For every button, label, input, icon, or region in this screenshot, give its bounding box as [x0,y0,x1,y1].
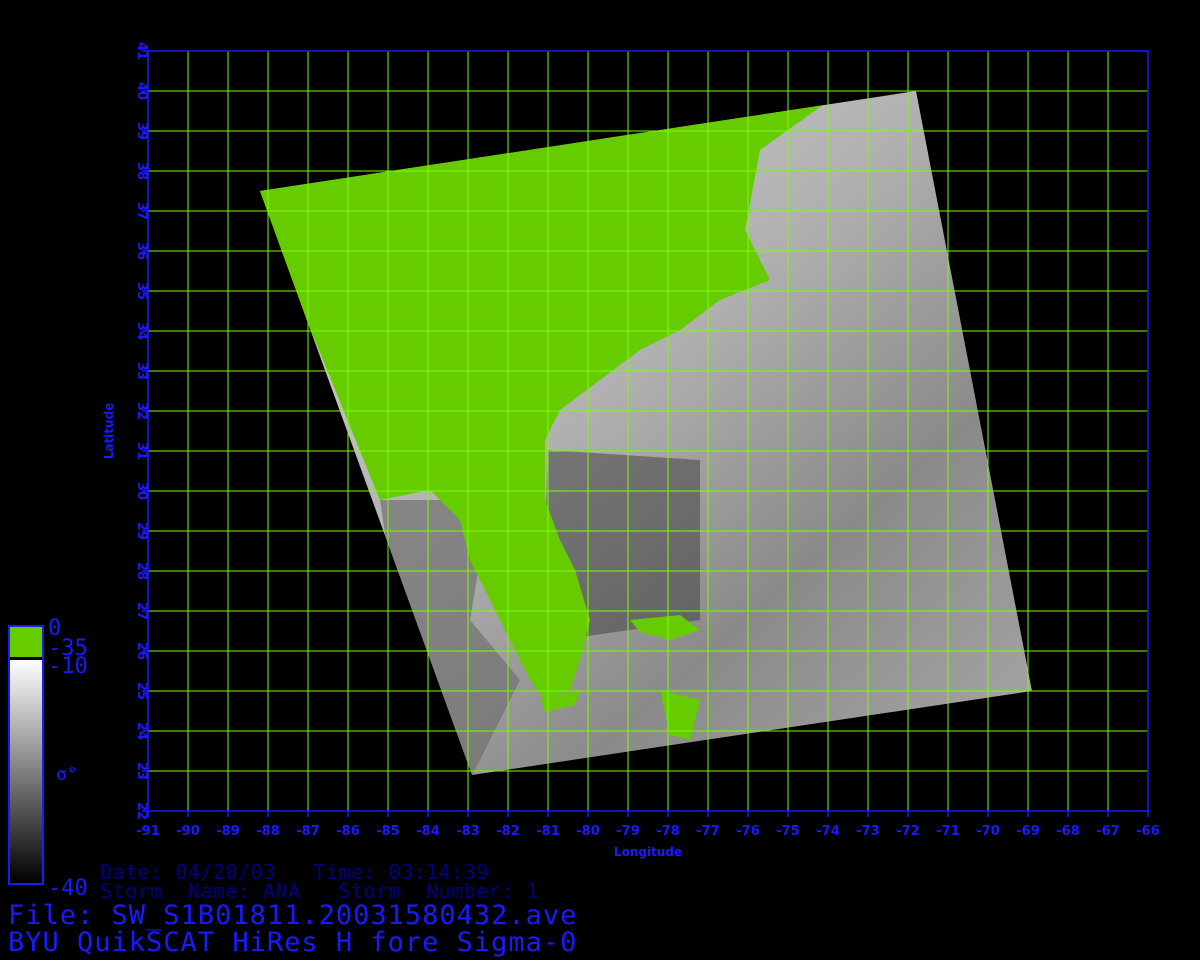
x-tick-label: -74 [816,824,840,839]
x-tick-label: -78 [656,824,680,839]
x-tick-label: -79 [616,824,640,839]
x-tick-label: -82 [496,824,520,839]
y-tick-label: 30 [134,482,149,500]
product-title-line: BYU QuikSCAT HiRes H fore Sigma-0 [8,927,578,958]
y-tick-label: 34 [134,322,149,340]
swath-image [260,91,1032,775]
y-tick-label: 25 [134,682,149,700]
x-tick-label: -68 [1056,824,1080,839]
y-tick-label: 26 [134,642,149,660]
x-tick-label: -76 [736,824,760,839]
y-tick-label: 41 [134,42,149,60]
x-tick-label: -86 [336,824,360,839]
x-tick-label: -83 [456,824,480,839]
file-name-line: File: SW_S1B01811.20031580432.ave [8,900,578,931]
y-tick-label: 22 [134,802,149,820]
map-figure: -91 -90 -89 -88 -87 -86 -85 -84 -83 -82 -81 -80 -79 -… [8,42,1160,885]
y-tick-label: 35 [134,282,149,300]
x-tick-label: -67 [1096,824,1120,839]
x-tick-label: -88 [256,824,280,839]
x-tick-label: -85 [376,824,400,839]
y-axis-label: Latitude [102,403,116,460]
colorbar-label-scale-top: -10 [48,654,88,679]
y-tick-label: 28 [134,562,149,580]
y-tick-label: 37 [134,202,149,220]
x-tick-label: -71 [936,824,960,839]
y-tick-label: 27 [134,602,149,620]
colorbar-label-sigma: σ° [56,764,78,785]
x-tick-label: -80 [576,824,600,839]
y-tick-label: 32 [134,402,149,420]
y-tick-label: 24 [134,722,149,740]
colorbar [8,625,44,885]
y-tick-label: 31 [134,442,149,460]
y-tick-label: 23 [134,762,149,780]
x-tick-label: -70 [976,824,1000,839]
y-tick-label: 33 [134,362,149,380]
x-tick-label: -66 [1136,824,1160,839]
x-tick-label: -69 [1016,824,1040,839]
x-axis-label: Longitude [614,845,682,859]
x-tick-label: -81 [536,824,560,839]
y-tick-label: 36 [134,242,149,260]
y-tick-label: 38 [134,162,149,180]
x-tick-label: -75 [776,824,800,839]
colorbar-land-segment [10,627,42,657]
y-tick-label: 40 [134,82,149,100]
x-tick-label: -90 [176,824,200,839]
x-tick-label: -77 [696,824,720,839]
y-tick-label: 39 [134,122,149,140]
storm-line: Storm Name: ANA Storm Number: 1 [100,879,539,903]
colorbar-label-scale-bottom: -40 [48,876,88,901]
x-tick-label: -89 [216,824,240,839]
x-tick-label: -72 [896,824,920,839]
x-tick-label: -84 [416,824,440,839]
colorbar-gradient [10,660,42,883]
x-tick-label: -87 [296,824,320,839]
x-tick-label: -73 [856,824,880,839]
y-tick-label: 29 [134,522,149,540]
x-tick-label: -91 [136,824,160,839]
